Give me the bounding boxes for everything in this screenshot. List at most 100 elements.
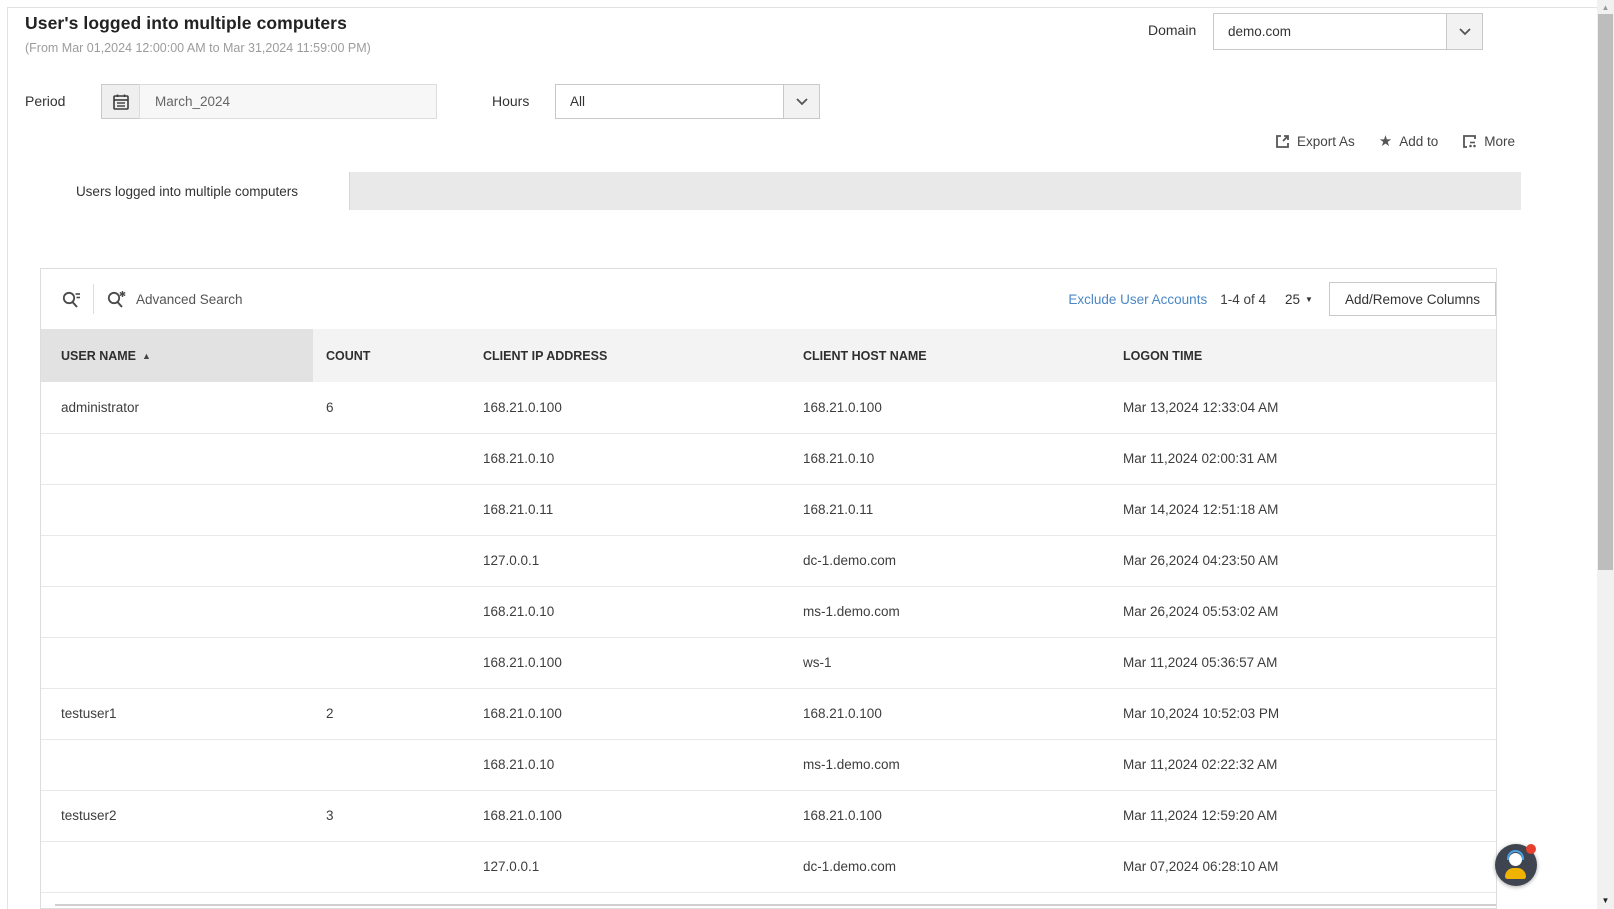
report-page: User's logged into multiple computers (F… [0,0,1614,909]
column-search-icon[interactable] [58,286,84,312]
cell-count [313,586,470,638]
more-options-icon [1462,134,1477,149]
column-header-user-name[interactable]: USER NAME ▲ [41,329,313,382]
cell-client-host-name: ws-1 [790,637,1110,689]
cell-client-ip-address: 168.21.0.10 [470,433,790,485]
calendar-icon [112,94,129,110]
cell-user-name [41,841,313,893]
scroll-up-arrow-icon[interactable]: ▲ [1597,0,1614,14]
add-to-label: Add to [1399,134,1439,149]
cell-count [313,484,470,536]
page-size-dropdown[interactable]: 25 ▼ [1285,292,1313,307]
cell-client-host-name: 168.21.0.10 [790,433,1110,485]
chevron-down-icon [783,85,819,118]
cell-user-name: testuser2 [41,790,313,842]
hours-label: Hours [492,93,530,109]
more-label: More [1484,134,1515,149]
cell-logon-time: Mar 10,2024 10:52:03 PM [1110,688,1496,740]
toolbar-right-cluster: Exclude User Accounts 1-4 of 4 25 ▼ Add/… [1068,282,1496,316]
column-header-client-ip-address[interactable]: CLIENT IP ADDRESS [470,329,790,382]
page-top-border [7,7,1597,8]
column-header-logon-time[interactable]: LOGON TIME [1110,329,1496,382]
cell-client-ip-address: 168.21.0.11 [470,484,790,536]
cell-client-ip-address: 168.21.0.10 [470,586,790,638]
report-actions: Export As ★ Add to More [1275,134,1515,149]
more-button[interactable]: More [1462,134,1515,149]
table-row: testuser2 3 168.21.0.100 168.21.0.100 Mar 11… [41,790,1496,842]
cell-client-host-name: 168.21.0.100 [790,688,1110,740]
advanced-search-icon[interactable] [103,286,129,312]
cell-client-host-name: 168.21.0.100 [790,382,1110,434]
table-header-row: USER NAME ▲ COUNT CLIENT IP ADDRESS CLIEN… [41,329,1496,382]
period-value: March_2024 [155,94,231,109]
add-to-button[interactable]: ★ Add to [1379,134,1438,149]
cell-client-ip-address: 168.21.0.100 [470,688,790,740]
cell-client-ip-address: 168.21.0.100 [470,637,790,689]
report-grid: Advanced Search Exclude User Accounts 1-… [40,268,1497,909]
cell-user-name [41,739,313,791]
tab-bar: Users logged into multiple computers [25,172,1521,210]
cell-user-name [41,586,313,638]
export-as-button[interactable]: Export As [1275,134,1355,149]
cell-count [313,841,470,893]
period-label: Period [25,93,66,109]
cell-client-ip-address: 168.21.0.100 [470,790,790,842]
cell-count: 3 [313,790,470,842]
caret-down-icon: ▼ [1305,294,1313,304]
star-icon: ★ [1378,133,1393,150]
cell-logon-time: Mar 11,2024 02:22:32 AM [1110,739,1496,791]
cell-client-host-name: ms-1.demo.com [790,739,1110,791]
cell-client-ip-address: 127.0.0.1 [470,841,790,893]
cell-client-host-name: 168.21.0.11 [790,484,1110,536]
calendar-picker-button[interactable] [101,84,140,119]
tab-users-logged-into-multiple-computers[interactable]: Users logged into multiple computers [25,172,350,210]
cell-client-host-name: dc-1.demo.com [790,841,1110,893]
cell-logon-time: Mar 13,2024 12:33:04 AM [1110,382,1496,434]
scrollbar-thumb[interactable] [1598,14,1613,570]
cell-logon-time: Mar 26,2024 05:53:02 AM [1110,586,1496,638]
cell-user-name: administrator [41,382,313,434]
table-row: 168.21.0.10 168.21.0.10 Mar 11,2024 02:00:… [41,433,1496,485]
cell-logon-time: Mar 11,2024 12:59:20 AM [1110,790,1496,842]
exclude-user-accounts-link[interactable]: Exclude User Accounts [1068,292,1207,307]
cell-count: 6 [313,382,470,434]
support-agent-body [1505,868,1526,879]
add-remove-columns-button[interactable]: Add/Remove Columns [1328,282,1496,316]
domain-select[interactable]: demo.com [1213,13,1483,50]
scroll-down-arrow-icon[interactable]: ▼ [1597,893,1614,907]
export-icon [1275,134,1290,149]
hours-selected-value: All [570,94,586,109]
support-agent-icon [1509,853,1522,866]
vertical-scrollbar: ▲ ▼ [1597,0,1614,909]
cell-count [313,433,470,485]
chevron-down-icon [1446,14,1482,49]
cell-user-name: testuser1 [41,688,313,740]
notification-dot [1526,844,1536,854]
domain-label: Domain [1148,22,1197,38]
cell-client-host-name: 168.21.0.100 [790,790,1110,842]
column-header-label: USER NAME [61,348,137,363]
table-row: 168.21.0.100 ws-1 Mar 11,2024 05:36:57 AM [41,637,1496,689]
column-header-client-host-name[interactable]: CLIENT HOST NAME [790,329,1110,382]
table-row: administrator 6 168.21.0.100 168.21.0.100 Ma… [41,382,1496,434]
column-header-count[interactable]: COUNT [313,329,470,382]
cell-logon-time: Mar 14,2024 12:51:18 AM [1110,484,1496,536]
page-left-border [7,7,8,909]
cell-count [313,535,470,587]
hours-select[interactable]: All [555,84,820,119]
cell-user-name [41,637,313,689]
domain-selected-value: demo.com [1228,24,1292,39]
sort-ascending-icon: ▲ [142,350,151,361]
cell-user-name [41,433,313,485]
table-row: 168.21.0.10 ms-1.demo.com Mar 26,2024 05:5… [41,586,1496,638]
table-row: 127.0.0.1 dc-1.demo.com Mar 26,2024 04:23:… [41,535,1496,587]
advanced-search-label[interactable]: Advanced Search [136,292,243,307]
support-chat-button[interactable] [1495,844,1537,886]
cell-client-host-name: ms-1.demo.com [790,586,1110,638]
period-input[interactable]: March_2024 [139,84,437,119]
cell-client-ip-address: 168.21.0.100 [470,382,790,434]
report-table: USER NAME ▲ COUNT CLIENT IP ADDRESS CLIEN… [41,329,1496,893]
page-bottom-divider [55,904,1496,906]
cell-logon-time: Mar 11,2024 05:36:57 AM [1110,637,1496,689]
page-title: User's logged into multiple computers [25,13,347,33]
